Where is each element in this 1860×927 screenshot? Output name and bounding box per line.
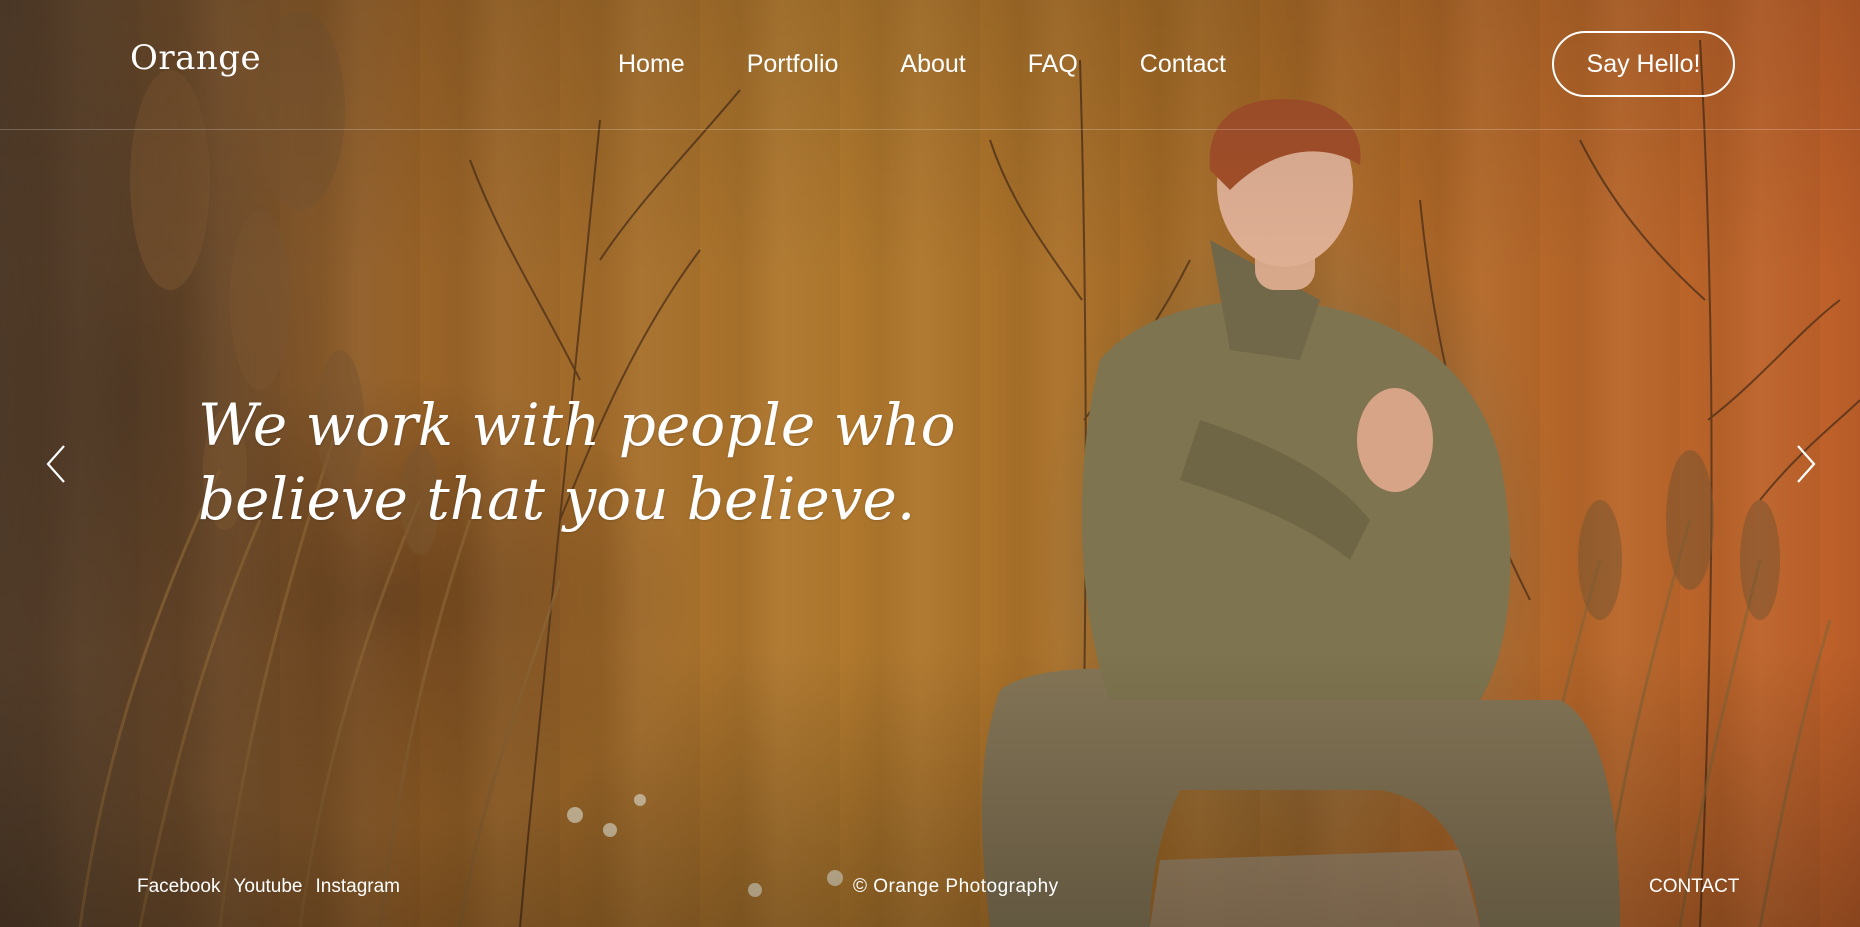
social-link-facebook[interactable]: Facebook (137, 876, 220, 898)
chevron-right-icon (1797, 445, 1816, 483)
social-link-instagram[interactable]: Instagram (316, 876, 400, 898)
hero-headline-line2: believe that you believe. (198, 465, 916, 533)
social-link-youtube[interactable]: Youtube (233, 876, 302, 898)
nav-item-home[interactable]: Home (618, 50, 685, 79)
nav-item-portfolio[interactable]: Portfolio (747, 50, 839, 79)
nav-item-faq[interactable]: FAQ (1028, 50, 1078, 79)
slider-next-button[interactable] (1790, 442, 1820, 486)
footer-contact-link[interactable]: CONTACT (1649, 876, 1739, 898)
site-header: Orange Home Portfolio About FAQ Contact … (0, 0, 1860, 130)
social-links: Facebook Youtube Instagram (137, 876, 400, 898)
main-nav: Home Portfolio About FAQ Contact (618, 50, 1288, 79)
nav-item-about[interactable]: About (900, 50, 965, 79)
say-hello-button[interactable]: Say Hello! (1552, 31, 1735, 97)
hero-headline-line1: We work with people who (198, 391, 956, 459)
slider-prev-button[interactable] (42, 442, 72, 486)
copyright-text: © Orange Photography (853, 876, 1059, 897)
hero-headline: We work with people who believe that you… (198, 388, 958, 536)
brand-logo[interactable]: Orange (130, 38, 261, 78)
chevron-left-icon (46, 445, 65, 483)
nav-item-contact[interactable]: Contact (1140, 50, 1226, 79)
